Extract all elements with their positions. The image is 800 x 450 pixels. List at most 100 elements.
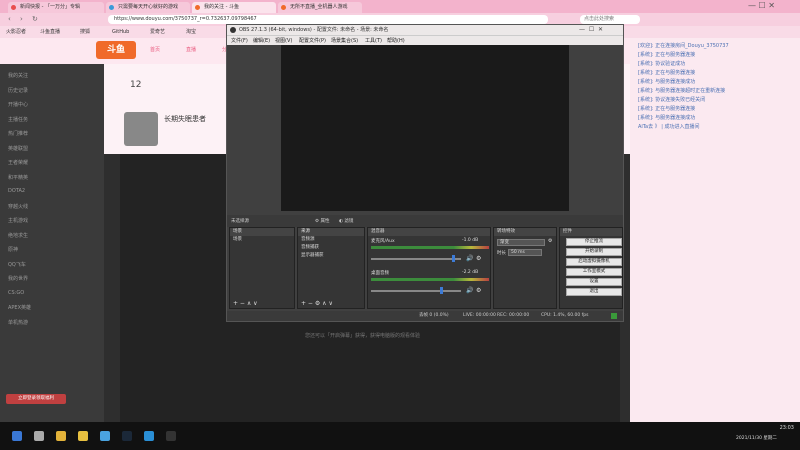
stop-streaming-button[interactable]: 停止推流 <box>566 238 622 246</box>
duration-input[interactable]: 50 ms <box>508 249 542 256</box>
sidebar-item[interactable]: 主播任务 <box>8 116 28 123</box>
sidebar-item[interactable]: 单机热游 <box>8 319 28 326</box>
sidebar-item[interactable]: 开播中心 <box>8 101 28 108</box>
sidebar-item[interactable]: 主机游戏 <box>8 217 28 224</box>
bookmark-item[interactable]: GitHub <box>112 28 129 36</box>
sidebar-login-button[interactable]: 立即登录领取福利 <box>6 394 66 404</box>
sidebar-item[interactable]: 原神 <box>8 246 18 253</box>
stream-health-indicator <box>611 313 617 319</box>
sidebar-item[interactable]: APEX英雄 <box>8 304 31 311</box>
sidebar-item[interactable]: 历史记录 <box>8 87 28 94</box>
scene-item[interactable]: 场景 <box>230 236 294 244</box>
sidebar-item[interactable]: 英雄联盟 <box>8 145 28 152</box>
no-source-label: 未选择源 <box>231 219 249 224</box>
source-item[interactable]: 显示器捕获 <box>298 252 364 260</box>
exit-button[interactable]: 退出 <box>566 288 622 296</box>
chat-message: [系统]: 协议验证成功 <box>638 61 686 67</box>
source-item[interactable]: 音频捕获 <box>298 244 364 252</box>
sidebar-item[interactable]: CS:GO <box>8 290 24 296</box>
start-recording-button[interactable]: 开始录制 <box>566 248 622 256</box>
speaker-icon[interactable]: 🔊 <box>466 255 473 262</box>
filters-button[interactable]: ◐ 滤镜 <box>339 218 353 224</box>
chat-message: [系统]: 正在与服务器连接 <box>638 70 696 76</box>
menu-tools[interactable]: 工具(T) <box>365 37 382 44</box>
forward-icon[interactable]: › <box>20 15 23 23</box>
transitions-panel: 转场特效 渐变 ⚙ 时长 50 ms <box>493 227 557 309</box>
menu-scene-collection[interactable]: 场景集合(S) <box>331 37 358 44</box>
volume-slider-knob[interactable] <box>452 255 455 262</box>
bookmark-item[interactable]: 爱奇艺 <box>150 28 165 36</box>
sidebar-item[interactable]: 绝地求生 <box>8 232 28 239</box>
menu-edit[interactable]: 编辑(E) <box>253 37 270 44</box>
volume-slider[interactable] <box>371 258 461 260</box>
virtual-camera-button[interactable]: 启动虚拟摄像机 <box>566 258 622 266</box>
panel-header: 来源 <box>298 228 364 236</box>
source-item[interactable]: 音频源 <box>298 236 364 244</box>
properties-button[interactable]: ⚙ 属性 <box>315 218 329 224</box>
bookmark-item[interactable]: 搜狐 <box>80 28 90 36</box>
window-controls[interactable]: — ☐ ✕ <box>748 1 775 10</box>
menu-file[interactable]: 文件(F) <box>231 37 248 44</box>
menu-help[interactable]: 帮助(H) <box>387 37 405 44</box>
chat-panel: [欢迎]: 正在连接房间_Douyu_3750737 [系统]: 正在与服务器连接… <box>630 38 800 422</box>
obs-menu-bar: 文件(F) 编辑(E) 视图(V) 配置文件(P) 场景集合(S) 工具(T) … <box>227 35 623 45</box>
live-time: LIVE: 00:00:00 <box>463 313 496 318</box>
sources-panel: 来源 音频源 音频捕获 显示器捕获 + − ⚙ ∧ ∨ <box>297 227 365 309</box>
speaker-icon[interactable]: 🔊 <box>466 287 473 294</box>
edge-icon[interactable] <box>144 431 154 441</box>
sidebar-item[interactable]: 我的关注 <box>8 72 28 79</box>
studio-mode-button[interactable]: 工作室模式 <box>566 268 622 276</box>
gear-icon[interactable]: ⚙ <box>476 255 481 262</box>
scene-toolbar[interactable]: + − ∧ ∨ <box>233 300 258 307</box>
music-icon[interactable] <box>100 431 110 441</box>
sidebar-item[interactable]: 我的世界 <box>8 275 28 282</box>
chat-message: [系统]: 与服务器连接成功 <box>638 79 696 85</box>
sidebar-item[interactable]: 和平精英 <box>8 174 28 181</box>
obs-logo-icon <box>230 27 236 33</box>
browser-tab-bar: 新闻快报 - 「一万分」专辑 只需要每天开心就好的游戏 我的关注 - 斗鱼 无所… <box>0 0 800 13</box>
obs-icon[interactable] <box>166 431 176 441</box>
sidebar-item[interactable]: 王者荣耀 <box>8 159 28 166</box>
sidebar-item[interactable]: 穿越火线 <box>8 203 28 210</box>
panel-header: 控件 <box>560 228 622 236</box>
avatar[interactable] <box>124 112 158 146</box>
bookmark-item[interactable]: 淘宝 <box>186 28 196 36</box>
obs-window-controls[interactable]: — ☐ ✕ <box>579 25 603 35</box>
duration-label: 时长 <box>497 251 506 256</box>
settings-button[interactable]: 设置 <box>566 278 622 286</box>
obs-preview[interactable] <box>281 45 569 211</box>
sidebar-item[interactable]: DOTA2 <box>8 188 25 194</box>
browser-tab[interactable]: 无所不直播_全机器人游戏 <box>278 2 362 13</box>
search-icon[interactable] <box>34 431 44 441</box>
chrome-icon[interactable] <box>56 431 66 441</box>
menu-view[interactable]: 视图(V) <box>275 37 292 44</box>
folder-icon[interactable] <box>78 431 88 441</box>
nav-item[interactable]: 直播 <box>186 46 196 53</box>
menu-profile[interactable]: 配置文件(P) <box>299 37 326 44</box>
sidebar-item[interactable]: 热门推荐 <box>8 130 28 137</box>
browser-tab-active[interactable]: 我的关注 - 斗鱼 <box>192 2 276 13</box>
source-toolbar[interactable]: + − ⚙ ∧ ∨ <box>301 300 333 307</box>
bookmark-item[interactable]: 火影忍者 <box>6 28 26 36</box>
volume-slider-knob[interactable] <box>440 287 443 294</box>
bookmark-item[interactable]: 斗鱼直播 <box>40 28 60 36</box>
sidebar-item[interactable]: QQ飞车 <box>8 261 26 268</box>
browser-search-input[interactable]: 点击此处搜索 <box>580 15 640 24</box>
gear-icon[interactable]: ⚙ <box>476 287 481 294</box>
browser-tab[interactable]: 新闻快报 - 「一万分」专辑 <box>8 2 104 13</box>
browser-tab[interactable]: 只需要每天开心就好的游戏 <box>106 2 190 13</box>
transition-select[interactable]: 渐变 <box>497 239 545 246</box>
windows-icon[interactable] <box>12 431 22 441</box>
steam-icon[interactable] <box>122 431 132 441</box>
streamer-name: 长期失眠患者 <box>164 115 206 123</box>
volume-slider[interactable] <box>371 290 461 292</box>
site-sidebar: 我的关注历史记录开播中心主播任务热门推荐英雄联盟王者荣耀和平精英 DOTA2 穿越火… <box>0 64 104 422</box>
mixer-panel: 混音器 麦克风/Aux -1.0 dB 🔊 ⚙ 桌面音频 -2.2 dB 🔊 ⚙ <box>367 227 491 309</box>
url-input[interactable]: https://www.douyu.com/3750737_r=0.732637… <box>108 15 548 24</box>
site-logo[interactable]: 斗鱼 <box>96 41 136 59</box>
nav-item[interactable]: 首页 <box>150 46 160 53</box>
panel-header: 场景 <box>230 228 294 236</box>
refresh-icon[interactable]: ↻ <box>32 15 38 23</box>
back-icon[interactable]: ‹ <box>8 15 11 23</box>
transition-settings-icon[interactable]: ⚙ <box>548 238 552 244</box>
